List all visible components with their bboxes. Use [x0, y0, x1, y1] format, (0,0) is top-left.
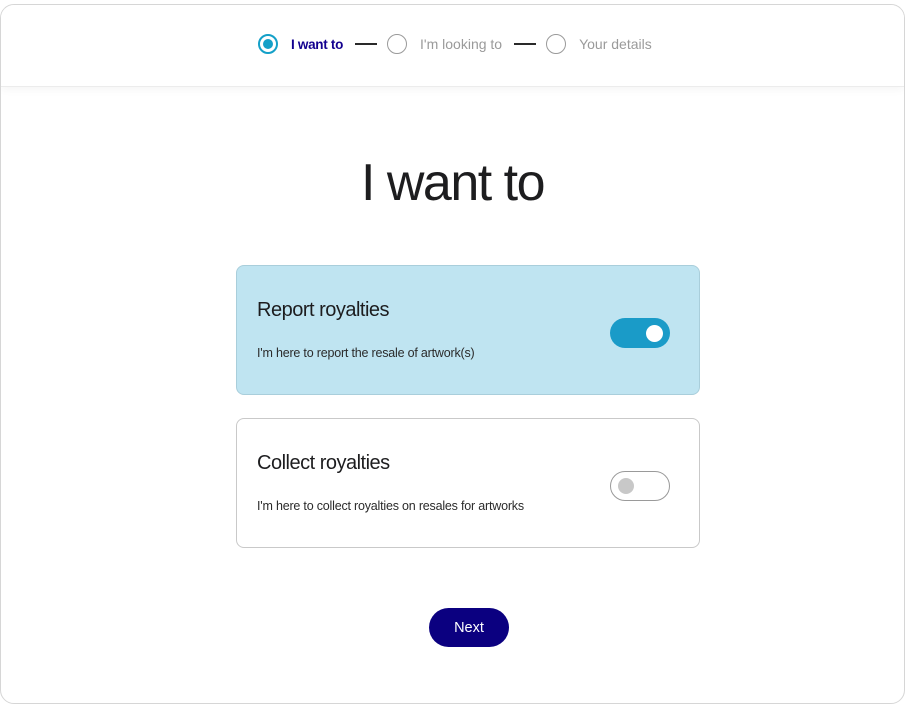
step-label: I'm looking to	[420, 36, 503, 52]
option-title: Collect royalties	[257, 452, 390, 474]
step-label: Your details	[579, 36, 652, 52]
toggle-knob	[618, 478, 634, 494]
collect-royalties-toggle[interactable]	[610, 471, 670, 501]
step-your-details[interactable]: Your details	[546, 34, 652, 54]
option-card-report-royalties[interactable]: Report royalties I'm here to report the …	[236, 265, 700, 395]
option-title: Report royalties	[257, 299, 390, 321]
stepper-bar: I want to I'm looking to Your details	[1, 5, 904, 87]
radio-empty-icon	[387, 34, 408, 54]
toggle-knob	[646, 325, 663, 342]
radio-empty-icon	[546, 34, 567, 54]
step-label: I want to	[291, 36, 344, 52]
wizard-frame: I want to I'm looking to Your details I …	[0, 4, 905, 704]
radio-checked-icon	[258, 34, 278, 54]
step-im-looking-to[interactable]: I'm looking to	[387, 34, 502, 54]
page-title: I want to	[360, 154, 546, 212]
option-card-collect-royalties[interactable]: Collect royalties I'm here to collect ro…	[236, 418, 700, 548]
option-description: I'm here to report the resale of artwork…	[257, 346, 475, 360]
option-description: I'm here to collect royalties on resales…	[257, 499, 524, 513]
step-connector	[514, 43, 537, 45]
step-i-want-to[interactable]: I want to	[258, 34, 343, 54]
next-button[interactable]: Next	[429, 608, 509, 647]
progress-stepper: I want to I'm looking to Your details	[258, 33, 652, 55]
report-royalties-toggle[interactable]	[610, 318, 670, 348]
step-connector	[355, 43, 378, 45]
